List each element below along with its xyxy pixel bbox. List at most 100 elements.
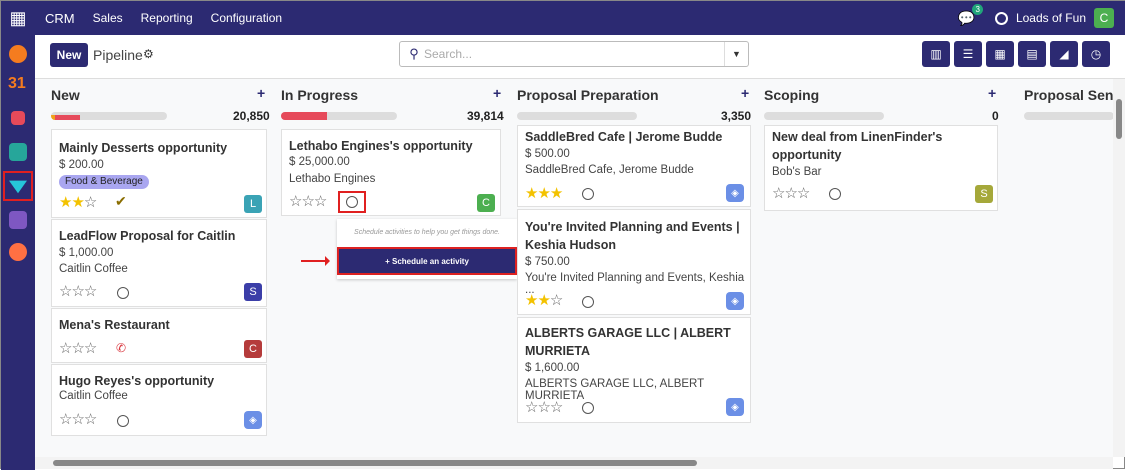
calendar-app-icon[interactable]: 31 [8,75,26,93]
phone-icon[interactable]: ✆ [116,341,126,355]
vertical-scrollbar[interactable] [1113,79,1125,457]
add-card-icon[interactable]: + [257,85,265,101]
search-placeholder: Search... [424,47,473,61]
progress-bar[interactable] [281,112,397,120]
assignee-avatar[interactable]: S [244,283,262,301]
assignee-avatar[interactable]: S [975,185,993,203]
column-title[interactable]: New [51,87,80,103]
kanban-view-icon[interactable]: ▥ [922,41,950,67]
clock-icon[interactable] [117,287,129,299]
search-icon: ⚲ [409,46,419,61]
inbox-app-icon[interactable] [11,111,25,125]
kanban-card[interactable]: Lethabo Engines's opportunity $ 25,000.0… [281,129,501,216]
app-name[interactable]: CRM [45,11,75,26]
pivot-view-icon[interactable]: ▤ [1018,41,1046,67]
company-logo-avatar[interactable]: ◈ [726,398,744,416]
card-company: SaddleBred Cafe, Jerome Budde [525,164,694,176]
page-title: Pipeline [93,47,143,63]
check-icon[interactable]: ✔ [115,193,127,210]
contacts-app-icon[interactable] [9,143,27,161]
card-title-line2: opportunity [772,148,842,162]
priority-stars[interactable]: ★★★ [525,184,563,202]
kanban-card[interactable]: Mena's Restaurant ☆☆☆ ✆ C [51,308,267,363]
progress-bar[interactable] [517,112,637,120]
kanban-card[interactable]: You're Invited Planning and Events | Kes… [517,209,751,315]
priority-stars[interactable]: ☆☆☆ [525,398,563,416]
kanban-card[interactable]: LeadFlow Proposal for Caitlin $ 1,000.00… [51,219,267,307]
priority-stars[interactable]: ☆☆☆ [59,282,97,300]
top-navbar: ▦ CRM Sales Reporting Configuration 💬 3 L… [1,1,1125,35]
annotation-arrow [301,256,330,266]
column-total: 20,850 [233,109,270,123]
clock-icon[interactable] [346,196,358,208]
apps-app-icon[interactable] [9,243,27,261]
graph-view-icon[interactable]: ◢ [1050,41,1078,67]
new-button[interactable]: New [50,43,88,67]
column-title[interactable]: Proposal Preparation [517,87,659,103]
menu-reporting[interactable]: Reporting [141,11,193,25]
kanban-card[interactable]: SaddleBred Cafe | Jerome Budde $ 500.00 … [517,125,751,207]
add-card-icon[interactable]: + [988,85,996,101]
priority-stars[interactable]: ☆☆☆ [59,339,97,357]
control-panel: New Pipeline ⚙ ⚲ Search... ▼ ▥ ☰ ▦ ▤ ◢ ◷ [35,35,1125,79]
company-logo-avatar[interactable]: ◈ [244,411,262,429]
priority-stars[interactable]: ★★☆ [525,291,563,309]
progress-bar[interactable] [1024,112,1113,120]
clock-icon[interactable] [829,188,841,200]
kanban-card[interactable]: Hugo Reyes's opportunity Caitlin Coffee … [51,364,267,436]
card-amount: $ 500.00 [525,148,570,160]
search-input[interactable]: ⚲ Search... ▼ [399,41,749,67]
card-company: Lethabo Engines [289,173,376,185]
kanban-card[interactable]: ALBERTS GARAGE LLC | ALBERT MURRIETA $ 1… [517,317,751,423]
menu-configuration[interactable]: Configuration [211,11,282,25]
kanban-card[interactable]: Mainly Desserts opportunity $ 200.00 Foo… [51,129,267,218]
calendar-view-icon[interactable]: ▦ [986,41,1014,67]
schedule-activity-button[interactable]: + Schedule an activity [337,247,517,275]
priority-stars[interactable]: ☆☆☆ [289,192,327,210]
user-avatar[interactable]: C [1094,8,1114,28]
horizontal-scrollbar[interactable] [35,457,1113,469]
add-card-icon[interactable]: + [493,85,501,101]
gear-icon[interactable]: ⚙ [143,47,154,61]
progress-bar[interactable] [51,112,167,120]
priority-stars[interactable]: ★★☆ [59,193,97,211]
company-switcher[interactable]: Loads of Fun [1016,11,1086,25]
view-switcher: ▥ ☰ ▦ ▤ ◢ ◷ [922,41,1110,67]
card-title: SaddleBred Cafe | Jerome Budde [525,130,723,144]
card-amount: $ 1,600.00 [525,362,580,374]
app-menu-icon[interactable]: ▦ [1,1,35,35]
card-company: Caitlin Coffee [59,390,128,402]
activity-clock-icon[interactable] [994,11,1008,25]
kanban-board: New + 20,850 Mainly Desserts opportunity… [35,79,1113,457]
assignee-avatar[interactable]: C [477,194,495,212]
clock-icon[interactable] [582,402,594,414]
priority-stars[interactable]: ☆☆☆ [772,184,810,202]
card-title: Lethabo Engines's opportunity [289,139,473,153]
card-title: Mainly Desserts opportunity [59,141,228,155]
company-logo-avatar[interactable]: ◈ [726,292,744,310]
card-title-line2: MURRIETA [525,344,591,358]
column-title[interactable]: Scoping [764,87,819,103]
priority-stars[interactable]: ☆☆☆ [59,410,97,428]
column-title[interactable]: In Progress [281,87,358,103]
progress-bar[interactable] [764,112,884,120]
popover-hint: Schedule activities to help you get thin… [354,229,500,236]
column-title[interactable]: Proposal Sent [1024,87,1113,103]
assignee-avatar[interactable]: C [244,340,262,358]
clock-icon[interactable] [582,296,594,308]
dashboards-app-icon[interactable] [9,211,27,229]
discuss-app-icon[interactable] [9,45,27,63]
clock-icon[interactable] [582,188,594,200]
clock-icon[interactable] [117,415,129,427]
search-options-toggle[interactable]: ▼ [724,42,748,66]
add-card-icon[interactable]: + [741,85,749,101]
kanban-card[interactable]: New deal from LinenFinder's opportunity … [764,125,998,211]
card-company: Bob's Bar [772,166,822,178]
assignee-avatar[interactable]: L [244,195,262,213]
chat-icon[interactable]: 💬 3 [958,3,983,27]
card-title-line2: Keshia Hudson [525,238,616,252]
list-view-icon[interactable]: ☰ [954,41,982,67]
menu-sales[interactable]: Sales [93,11,123,25]
company-logo-avatar[interactable]: ◈ [726,184,744,202]
activity-view-icon[interactable]: ◷ [1082,41,1110,67]
